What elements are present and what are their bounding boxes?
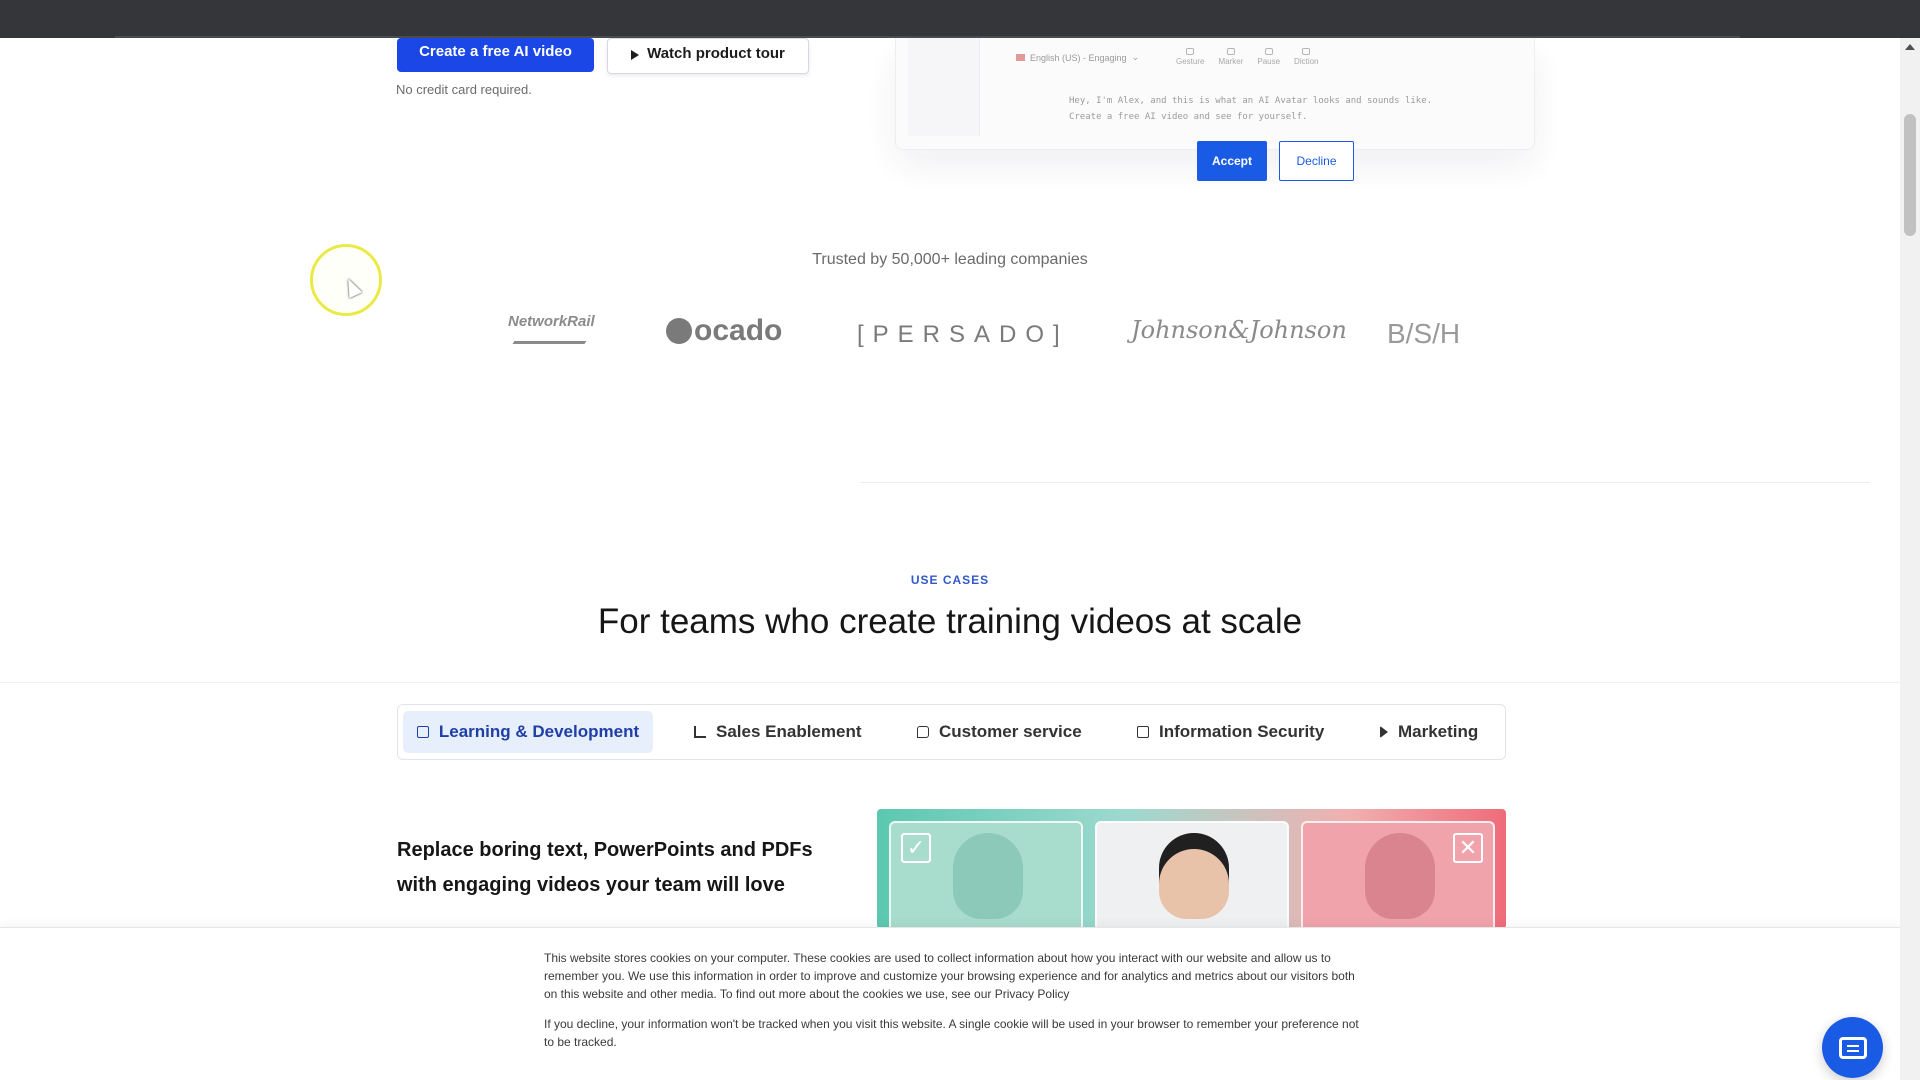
building-icon — [416, 726, 429, 738]
section-title: For teams who create training videos at … — [597, 602, 1303, 641]
persado-logo: [PERSADO] — [857, 321, 1069, 348]
language-label: English (US) - Engaging — [1030, 52, 1127, 63]
preview-tools: Gesture Marker Pause Diction — [1176, 48, 1319, 66]
tab-label: Customer service — [939, 722, 1082, 741]
tool-diction: Diction — [1294, 48, 1319, 66]
tab-sales-enablement[interactable]: Sales Enablement — [694, 711, 862, 753]
tab-marketing[interactable]: Marketing — [1380, 711, 1478, 753]
page-viewport: Create a free AI video Watch product tou… — [0, 38, 1900, 1080]
accept-cookies-button[interactable]: Accept — [1197, 141, 1267, 181]
chart-icon — [694, 726, 706, 738]
tool-marker: Marker — [1218, 48, 1243, 66]
chat-widget-button[interactable] — [1822, 1017, 1883, 1078]
avatar-comparison-image: ✓ ✕ — [877, 809, 1506, 929]
tool-pause: Pause — [1257, 48, 1280, 66]
tab-learning-development[interactable]: Learning & Development — [403, 711, 653, 753]
tab-customer-service[interactable]: Customer service — [917, 711, 1082, 753]
clock-icon — [1264, 48, 1273, 55]
cookie-text: This website stores cookies on your comp… — [544, 951, 1355, 1001]
marker-icon — [1226, 48, 1235, 55]
ocado-mark — [666, 318, 692, 344]
browser-top-bar — [0, 0, 1920, 38]
avatar-face — [1365, 833, 1435, 919]
preview-sidebar — [908, 38, 980, 136]
tab-label: Sales Enablement — [716, 722, 862, 741]
fast-forward-icon — [1380, 726, 1388, 738]
flag-icon — [1016, 54, 1025, 61]
divider — [0, 682, 1900, 683]
cookie-banner: This website stores cookies on your comp… — [0, 927, 1900, 1080]
gesture-icon — [1186, 48, 1195, 55]
avatar-card-good: ✓ — [889, 821, 1083, 929]
tab-label: Information Security — [1159, 722, 1325, 741]
play-icon — [631, 50, 640, 60]
check-icon: ✓ — [901, 833, 931, 863]
script-line-2: Create a free AI video and see for yours… — [1069, 112, 1308, 122]
watch-product-tour-label: Watch product tour — [647, 45, 785, 62]
editor-preview: English (US) - Engaging ⌄ Gesture Marker … — [895, 38, 1535, 150]
no-credit-card-note: No credit card required. — [396, 82, 532, 97]
tab-label: Marketing — [1398, 722, 1479, 741]
feature-headline: Replace boring text, PowerPoints and PDF… — [397, 839, 813, 896]
bsh-logo: B/S/H — [1387, 318, 1461, 349]
networkrail-logo: NetworkRail — [508, 313, 595, 344]
ocado-wordmark: ocado — [694, 314, 783, 347]
chat-icon — [917, 726, 929, 738]
ocado-logo: ocado — [666, 314, 782, 348]
watch-product-tour-button[interactable]: Watch product tour — [607, 38, 809, 74]
decline-cookies-button[interactable]: Decline — [1279, 141, 1354, 181]
divider — [860, 482, 1870, 483]
language-selector: English (US) - Engaging ⌄ — [1016, 52, 1139, 63]
tool-marker-label: Marker — [1218, 57, 1244, 66]
scrollbar-thumb[interactable] — [1904, 114, 1916, 236]
networkrail-wordmark: NetworkRail — [508, 313, 595, 330]
tool-pause-label: Pause — [1257, 57, 1281, 66]
use-cases-eyebrow: USE CASES — [910, 573, 990, 587]
trusted-by-label: Trusted by 50,000+ leading companies — [812, 251, 1088, 268]
avatar-face — [953, 833, 1023, 919]
close-icon: ✕ — [1453, 833, 1483, 863]
preview-script: Hey, I'm Alex, and this is what an AI Av… — [1069, 93, 1432, 125]
chat-icon — [1838, 1036, 1867, 1059]
script-line-1: Hey, I'm Alex, and this is what an AI Av… — [1069, 96, 1433, 106]
scrollbar[interactable] — [1900, 38, 1920, 1080]
avatar-card-main — [1095, 821, 1289, 929]
tab-information-security[interactable]: Information Security — [1137, 711, 1324, 753]
use-case-tabs: Learning & Development Sales Enablement … — [397, 704, 1506, 760]
create-free-video-button[interactable]: Create a free AI video — [397, 38, 594, 72]
tool-gesture: Gesture — [1176, 48, 1204, 66]
avatar-card-bad: ✕ — [1301, 821, 1495, 929]
shield-icon — [1137, 726, 1149, 738]
tab-label: Learning & Development — [438, 722, 640, 741]
tool-gesture-label: Gesture — [1176, 57, 1205, 66]
diction-icon — [1302, 48, 1311, 55]
johnson-johnson-logo: Johnson&Johnson — [1131, 316, 1347, 344]
avatar-face — [1159, 833, 1229, 919]
scroll-up-arrow-icon[interactable] — [1905, 44, 1915, 50]
create-free-video-label: Create a free AI video — [419, 43, 572, 60]
chevron-down-icon: ⌄ — [1131, 52, 1140, 62]
tool-diction-label: Diction — [1294, 57, 1319, 66]
networkrail-swoosh — [512, 332, 592, 344]
cookie-decline-text: If you decline, your information won't b… — [544, 1017, 1359, 1049]
